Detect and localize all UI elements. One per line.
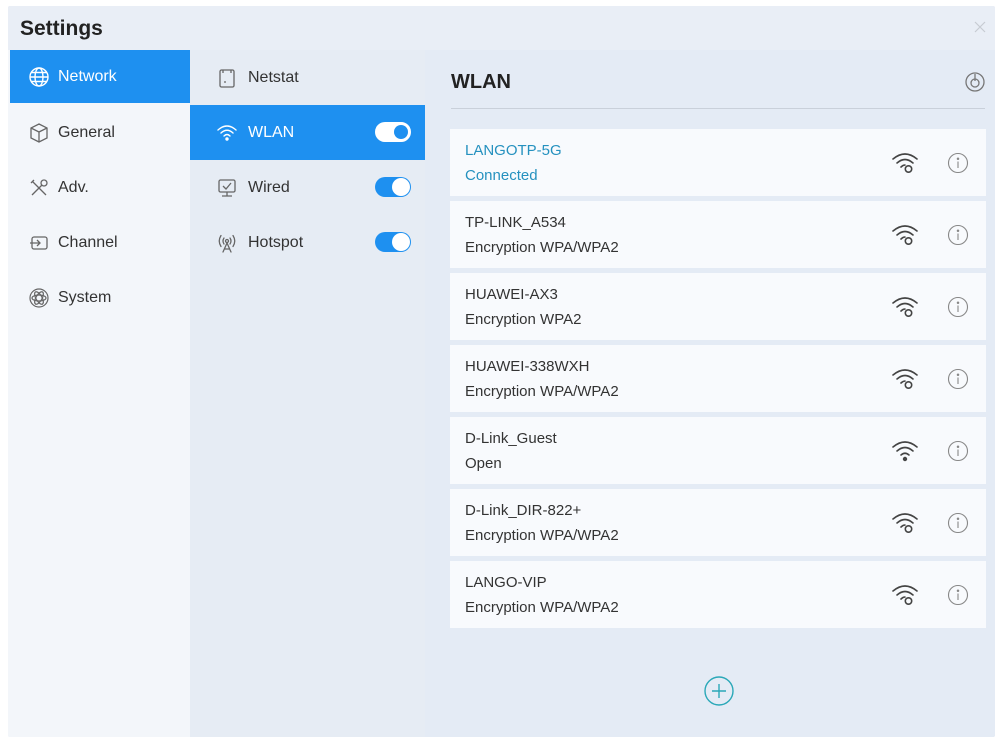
network-row[interactable]: HUAWEI-AX3 Encryption WPA2: [450, 273, 986, 340]
title-bar: Settings: [8, 6, 995, 50]
wired-toggle[interactable]: [375, 177, 411, 197]
wifi-lock-icon: [892, 369, 918, 390]
sidebar-item-label: System: [58, 288, 112, 306]
network-status: Encryption WPA/WPA2: [465, 527, 619, 544]
scan-icon[interactable]: [963, 70, 987, 94]
network-status: Encryption WPA/WPA2: [465, 239, 619, 256]
submenu-item-label: Netstat: [248, 68, 299, 86]
network-status: Encryption WPA/WPA2: [465, 599, 619, 616]
monitor-icon: [216, 177, 238, 199]
sidebar-item-label: Adv.: [58, 178, 89, 196]
submenu-item-wlan[interactable]: WLAN: [190, 105, 425, 160]
info-icon[interactable]: [947, 224, 969, 246]
close-icon[interactable]: [973, 20, 987, 34]
info-icon[interactable]: [947, 152, 969, 174]
sidebar-item-network[interactable]: Network: [10, 50, 190, 103]
wlan-toggle[interactable]: [375, 122, 411, 142]
info-icon[interactable]: [947, 512, 969, 534]
info-icon[interactable]: [947, 440, 969, 462]
wifi-lock-icon: [892, 153, 918, 174]
hotspot-toggle[interactable]: [375, 232, 411, 252]
info-icon[interactable]: [947, 368, 969, 390]
submenu-item-hotspot[interactable]: Hotspot: [190, 215, 425, 270]
add-circle-icon[interactable]: [703, 675, 735, 707]
wifi-icon: [892, 441, 918, 462]
network-name: D-Link_Guest: [465, 430, 557, 447]
network-status: Encryption WPA/WPA2: [465, 383, 619, 400]
wifi-lock-icon: [892, 297, 918, 318]
settings-window: Settings Network General Adv. Channel Sy…: [8, 6, 995, 737]
category-sidebar: Network General Adv. Channel System: [8, 50, 190, 737]
page-title: WLAN: [451, 71, 511, 93]
info-icon[interactable]: [947, 584, 969, 606]
network-row[interactable]: D-Link_DIR-822+ Encryption WPA/WPA2: [450, 489, 986, 556]
network-name: LANGO-VIP: [465, 574, 547, 591]
sidebar-item-general[interactable]: General: [10, 106, 190, 159]
network-submenu: Netstat WLAN Wired Hotspot: [190, 50, 425, 737]
wifi-lock-icon: [892, 585, 918, 606]
network-row[interactable]: D-Link_Guest Open: [450, 417, 986, 484]
window-title: Settings: [20, 17, 103, 40]
network-status: Open: [465, 455, 502, 472]
network-name: TP-LINK_A534: [465, 214, 566, 231]
sidebar-item-adv[interactable]: Adv.: [10, 161, 190, 214]
sidebar-item-system[interactable]: System: [10, 271, 190, 324]
tools-icon: [28, 177, 50, 199]
globe-icon: [28, 66, 50, 88]
network-row[interactable]: LANGO-VIP Encryption WPA/WPA2: [450, 561, 986, 628]
submenu-item-wired[interactable]: Wired: [190, 160, 425, 215]
sidebar-item-label: Network: [58, 67, 117, 85]
input-icon: [28, 232, 50, 254]
wifi-lock-icon: [892, 225, 918, 246]
submenu-item-label: Hotspot: [248, 233, 304, 251]
document-icon: [216, 67, 238, 89]
submenu-item-label: WLAN: [248, 123, 295, 141]
submenu-item-label: Wired: [248, 178, 290, 196]
network-status: Encryption WPA2: [465, 311, 582, 328]
wifi-icon: [216, 122, 238, 144]
divider: [451, 108, 985, 109]
hotspot-icon: [216, 232, 238, 254]
cube-icon: [28, 122, 50, 144]
network-name: D-Link_DIR-822+: [465, 502, 582, 519]
network-status: Connected: [465, 167, 538, 184]
wlan-panel: WLAN LANGOTP-5G Connected TP-LINK_A534 E…: [425, 50, 995, 737]
network-name: HUAWEI-AX3: [465, 286, 558, 303]
network-row[interactable]: LANGOTP-5G Connected: [450, 129, 986, 196]
network-row[interactable]: TP-LINK_A534 Encryption WPA/WPA2: [450, 201, 986, 268]
network-name: LANGOTP-5G: [465, 142, 562, 159]
atom-icon: [28, 287, 50, 309]
sidebar-item-label: Channel: [58, 233, 118, 251]
sidebar-item-channel[interactable]: Channel: [10, 216, 190, 269]
network-list: LANGOTP-5G Connected TP-LINK_A534 Encryp…: [450, 129, 986, 633]
submenu-item-netstat[interactable]: Netstat: [190, 50, 425, 105]
wifi-lock-icon: [892, 513, 918, 534]
network-name: HUAWEI-338WXH: [465, 358, 590, 375]
network-row[interactable]: HUAWEI-338WXH Encryption WPA/WPA2: [450, 345, 986, 412]
info-icon[interactable]: [947, 296, 969, 318]
sidebar-item-label: General: [58, 123, 115, 141]
